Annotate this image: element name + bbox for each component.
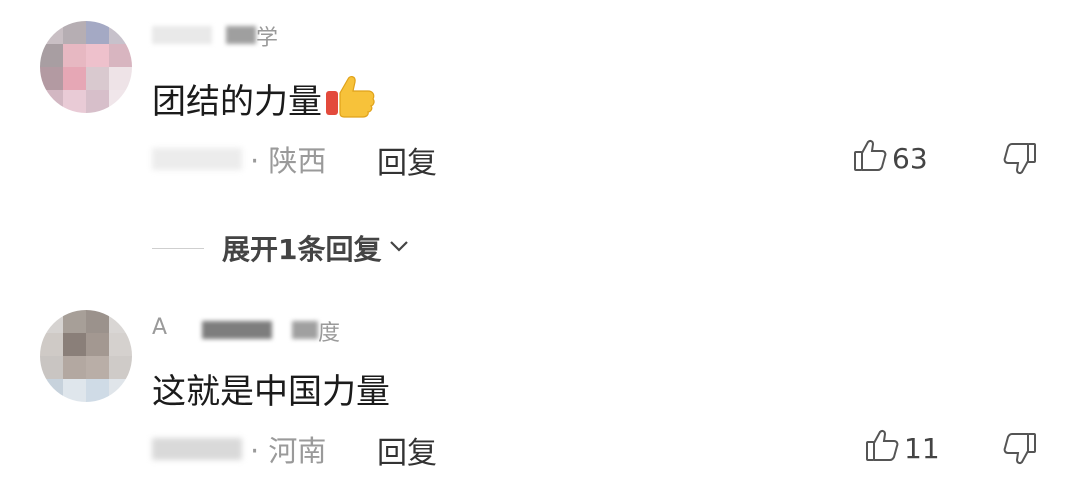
dislike-button[interactable] [1002, 140, 1038, 180]
thumb-down-outline-icon [1002, 433, 1038, 470]
username-visible-char: 度 [318, 321, 341, 346]
divider-line [152, 247, 204, 249]
thumbs-up-emoji [324, 75, 376, 128]
timestamp-blurred [152, 148, 242, 170]
like-button[interactable]: 11 [864, 428, 940, 468]
dislike-button[interactable] [1002, 430, 1038, 470]
avatar[interactable] [40, 310, 132, 402]
reply-button[interactable]: 回复 [377, 138, 437, 182]
expand-replies-label: 展开1条回复 [222, 233, 382, 266]
username[interactable]: A 度 [152, 315, 352, 346]
username-visible-char: A [152, 315, 168, 340]
avatar[interactable] [40, 21, 132, 113]
location-text: · 河南 [250, 434, 327, 468]
comment-text: 这就是中国力量 [152, 372, 390, 412]
username[interactable]: 学 [152, 20, 352, 51]
expand-replies-button[interactable]: 展开1条回复 [152, 228, 411, 268]
comment-item: 学 团结的力量 · 陕西 回复 63 展开1条回复 [0, 0, 1080, 266]
comment-meta: · 河南 回复 11 [152, 428, 1052, 471]
thumb-up-outline-icon [864, 428, 900, 468]
comment-item: A 度 这就是中国力量 · 河南 回复 11 [0, 300, 1080, 491]
comment-text-content: 团结的力量 [152, 82, 322, 122]
username-visible-char: 学 [256, 26, 279, 51]
comment-meta: · 陕西 回复 63 [152, 138, 1052, 181]
like-count: 63 [892, 141, 928, 175]
location-text: · 陕西 [250, 144, 327, 178]
thumb-down-outline-icon [1002, 143, 1038, 180]
like-count: 11 [904, 431, 940, 465]
chevron-down-icon [387, 234, 411, 262]
thumb-up-outline-icon [852, 138, 888, 178]
like-button[interactable]: 63 [852, 138, 928, 178]
timestamp-blurred [152, 438, 242, 460]
reply-button[interactable]: 回复 [377, 428, 437, 472]
comment-text: 团结的力量 [152, 74, 376, 128]
